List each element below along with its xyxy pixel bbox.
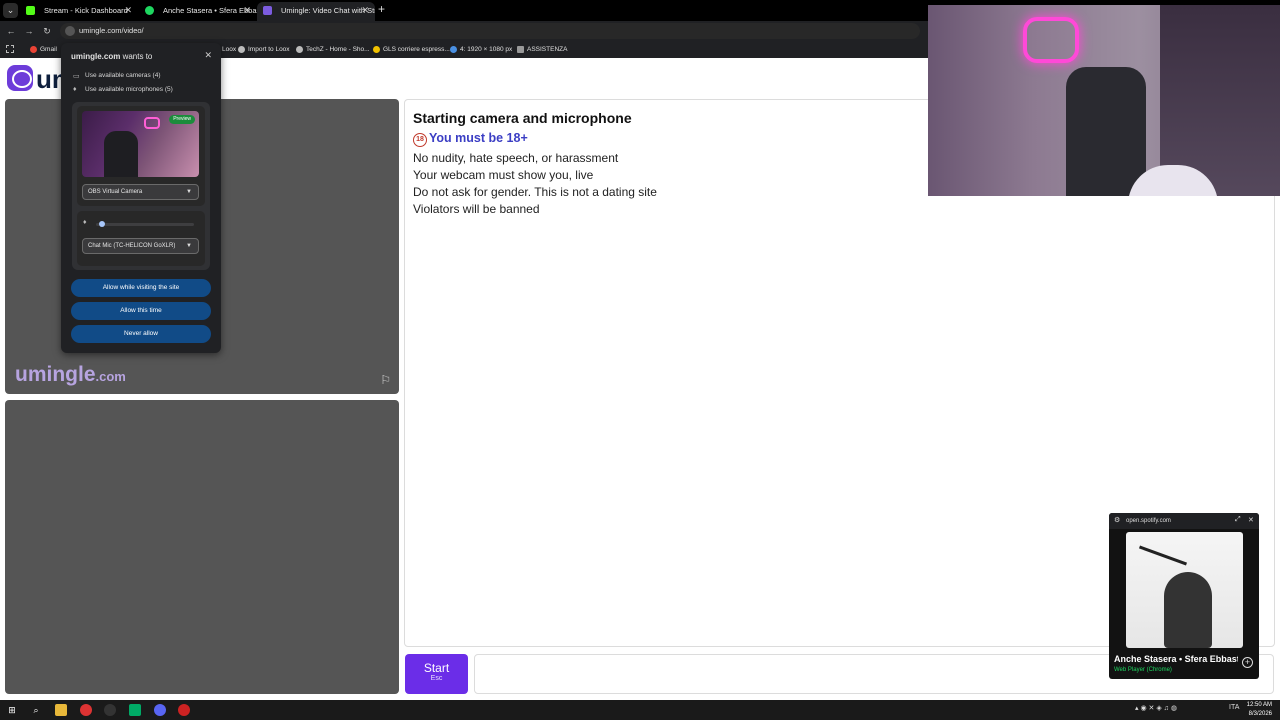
video-watermark: umingle.com xyxy=(15,363,126,386)
site-settings-icon[interactable]: ⚙ xyxy=(1114,516,1120,524)
address-bar[interactable]: umingle.com/video/ xyxy=(60,23,920,39)
close-tab-icon[interactable]: ✕ xyxy=(124,2,132,19)
mic-icon: ♦ xyxy=(73,86,77,93)
umingle-logo-icon[interactable] xyxy=(7,65,33,91)
permission-title: umingle.com wants to xyxy=(71,52,153,61)
search-icon[interactable]: ⌕ xyxy=(30,704,42,716)
terminal-icon[interactable] xyxy=(129,704,141,716)
self-video xyxy=(5,400,399,694)
permission-dialog: umingle.com wants to ✕ ▭ Use available ca… xyxy=(61,43,221,353)
rule-item: Violators will be banned xyxy=(413,202,540,216)
camera-preview: Preview xyxy=(82,111,199,177)
reload-icon[interactable]: ↻ xyxy=(40,24,54,38)
back-to-tab-icon[interactable]: ⤢ xyxy=(1235,516,1241,524)
player-source: Web Player (Chrome) xyxy=(1114,667,1172,673)
spotify-mini-player: ⚙ open.spotify.com ⤢ ✕ Anche Stasera • S… xyxy=(1109,513,1259,679)
tab-title: Stream - Kick Dashboard xyxy=(44,6,128,15)
forward-icon[interactable]: → xyxy=(22,24,36,38)
camera-icon: ▭ xyxy=(73,73,80,80)
folder-icon xyxy=(517,46,524,53)
gmail-icon xyxy=(30,46,37,53)
device-panel: Preview OBS Virtual Camera ▼ ♦ Chat Mic (… xyxy=(72,102,210,270)
close-tab-icon[interactable]: ✕ xyxy=(361,2,369,19)
gls-icon xyxy=(373,46,380,53)
add-to-library-icon[interactable]: + xyxy=(1242,657,1253,668)
close-tab-icon[interactable]: ✕ xyxy=(243,2,251,19)
browser-toolbar: ← → ↻ umingle.com/video/ xyxy=(0,21,928,41)
start-menu-icon[interactable]: ⊞ xyxy=(6,704,18,716)
new-tab-button[interactable]: + xyxy=(378,2,385,16)
allow-this-time-button[interactable]: Allow this time xyxy=(71,302,211,320)
camera-permission: ▭ Use available cameras (4) xyxy=(73,72,161,80)
webcam-overlay xyxy=(928,5,1280,196)
tab-umingle[interactable]: Umingle: Video Chat with Strangers ✕ xyxy=(257,2,375,21)
file-explorer-icon[interactable] xyxy=(55,704,67,716)
age-18-icon: 18 xyxy=(413,133,427,147)
report-flag-icon[interactable]: ⚐ xyxy=(380,373,391,387)
bookmark-gls[interactable]: GLS corriere espress... xyxy=(373,41,450,58)
discord-icon[interactable] xyxy=(154,704,166,716)
mic-level-indicator xyxy=(98,221,105,227)
dropdown-caret-icon: ▼ xyxy=(186,189,192,195)
bookmark-assistenza[interactable]: ASSISTENZA xyxy=(517,41,567,58)
microphone-permission: ♦ Use available microphones (5) xyxy=(73,86,173,93)
taskbar: ⊞ ⌕ ▴ ◉ ✕ ◈ ♫ ◍ ITA 12:50 AM 8/3/2026 xyxy=(0,700,1280,720)
streaming-app-icon[interactable] xyxy=(178,704,190,716)
ruler-icon xyxy=(450,46,457,53)
tab-kick-dashboard[interactable]: Stream - Kick Dashboard ✕ xyxy=(20,2,138,21)
tab-spotify[interactable]: Anche Stasera • Sfera Ebbasta ✕ xyxy=(139,2,257,21)
preview-badge: Preview xyxy=(169,115,195,124)
close-icon[interactable]: ✕ xyxy=(204,50,212,61)
bookmark-gmail[interactable]: Gmail xyxy=(30,41,57,58)
allow-while-visiting-button[interactable]: Allow while visiting the site xyxy=(71,279,211,297)
pip-titlebar: ⚙ open.spotify.com ⤢ ✕ xyxy=(1109,513,1259,529)
umingle-tab-icon xyxy=(263,6,272,15)
bookmark-resolution[interactable]: 4: 1920 × 1080 px xyxy=(450,41,512,58)
back-icon[interactable]: ← xyxy=(4,24,18,38)
mic-level-meter xyxy=(96,223,194,226)
kick-icon xyxy=(26,6,35,15)
dropdown-caret-icon: ▼ xyxy=(186,243,192,249)
camera-card: Preview OBS Virtual Camera ▼ xyxy=(77,106,205,206)
microphone-card: ♦ Chat Mic (TC-HELICON GoXLR) ▼ xyxy=(77,211,205,266)
globe-icon xyxy=(296,46,303,53)
bookmark-techz[interactable]: TechZ - Home - Sho... xyxy=(296,41,370,58)
tab-search-button[interactable]: ⌄ xyxy=(3,3,18,18)
start-button[interactable]: Start Esc xyxy=(405,654,468,694)
never-allow-button[interactable]: Never allow xyxy=(71,325,211,343)
language-indicator[interactable]: ITA xyxy=(1229,704,1239,711)
track-title: Anche Stasera • Sfera Ebbasta xyxy=(1114,654,1238,664)
tray-icons[interactable]: ▴ ◉ ✕ ◈ ♫ ◍ xyxy=(1135,704,1177,712)
bookmark-import-to-loox[interactable]: Import to Loox xyxy=(238,41,290,58)
album-art xyxy=(1126,532,1243,648)
globe-icon xyxy=(238,46,245,53)
pip-url: open.spotify.com xyxy=(1126,518,1171,524)
camera-select[interactable]: OBS Virtual Camera ▼ xyxy=(82,184,199,200)
microphone-select[interactable]: Chat Mic (TC-HELICON GoXLR) ▼ xyxy=(82,238,199,254)
mic-icon: ♦ xyxy=(83,219,87,226)
apps-icon[interactable] xyxy=(6,45,14,53)
url-text: umingle.com/video/ xyxy=(79,26,144,35)
close-icon[interactable]: ✕ xyxy=(1248,516,1254,524)
site-info-icon[interactable] xyxy=(65,26,75,36)
neon-sign xyxy=(1023,17,1079,63)
system-clock[interactable]: 12:50 AM 8/3/2026 xyxy=(1247,701,1272,719)
obs-icon[interactable] xyxy=(104,704,116,716)
chrome-icon[interactable] xyxy=(80,704,92,716)
spotify-icon xyxy=(145,6,154,15)
